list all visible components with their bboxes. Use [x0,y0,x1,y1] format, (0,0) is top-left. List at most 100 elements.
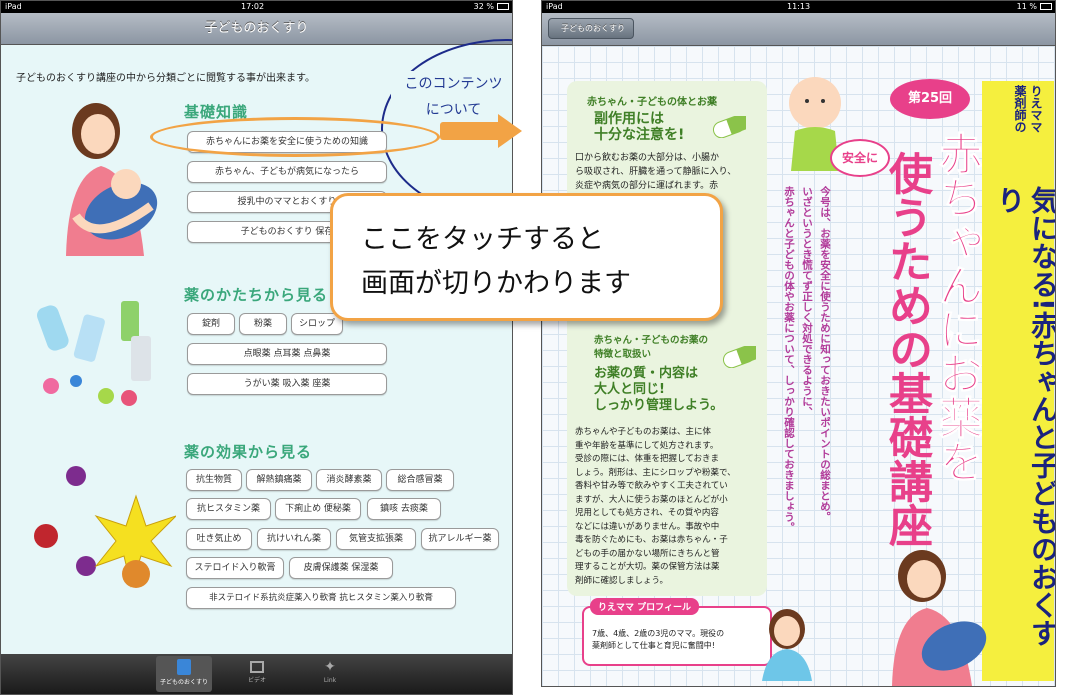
effect-button-2[interactable]: 解熱鎮痛薬 [246,469,312,491]
panel2-line: しょう。剤形は、主にシロップや粉薬で、 [575,467,736,478]
mother-baby-illustration-right [892,550,987,686]
panel1-body: 口から飲むお薬の大部分は、小腸か ら吸収され、肝臓を通って静脈に入り、 炎症や病… [575,151,760,193]
panel2-heading-line3: しっかり管理しよう。 [594,398,724,413]
tab-video[interactable]: ビデオ [229,656,285,692]
walking-person-icon: ✦ [324,659,336,675]
article-lead: 今号は、お薬を安全に使うために知っておきたいポイントの総まとめ。 いざというとき… [780,186,834,546]
panel2-line: 重や年齢を基準にして処方されます。 [575,440,719,451]
panel2-label-line2: 特徴と取扱い [594,349,652,360]
tab-label-video: ビデオ [247,677,266,684]
lead-line1: 今号は、お薬を安全に使うために知っておきたいポイントの総まとめ。 [819,186,831,522]
clock: 17:02 [241,2,265,11]
panel2-line: 剤師に確認しましょう。 [575,575,668,586]
series-label: りえママ 薬剤師の [1012,85,1044,133]
series-line1: りえママ [1029,85,1043,133]
panel1-line: 炎症や病気の部分に運ばれます。赤 [575,181,719,191]
about-contents-line1: このコンテンツ [404,76,503,92]
intro-text: 子どものおくすり講座の中から分類ごとに閲覧する事が出来ます。 [16,73,315,84]
about-contents-link[interactable]: このコンテンツ について [391,71,512,123]
panel2-heading: お薬の質・内容は 大人と同じ! しっかり管理しよう。 [594,366,723,414]
effect-button-9[interactable]: 抗けいれん薬 [257,528,331,550]
transition-arrow [440,122,505,140]
section-title-forms: 薬のかたちから見る [184,286,329,304]
tab-bar: 子どものおくすり ビデオ ✦ Link [1,654,512,694]
germs-illustration [34,466,176,588]
effect-button-5[interactable]: 抗ヒスタミン薬 [186,498,271,520]
episode-badge: 第25回 [890,79,970,119]
effect-button-1[interactable]: 抗生物質 [186,469,242,491]
article-title-line2: 使うための基礎講座 [881,151,932,547]
panel2-line: などには違いがありません。事故や中 [575,521,720,532]
section-title-effects: 薬の効果から見る [184,443,313,461]
series-title: 気になる!赤ちゃんと子どものおくすり [993,186,1056,647]
panel2-heading-line1: お薬の質・内容は [594,366,699,381]
effect-button-3[interactable]: 消炎酵素薬 [316,469,382,491]
form-button-drops[interactable]: 点眼薬 点耳薬 点鼻薬 [187,343,387,365]
panel2-label-line1: 赤ちゃん・子どものお薬の [594,335,709,346]
battery-icon-right [1040,3,1052,10]
effect-button-11[interactable]: 抗アレルギー薬 [421,528,499,550]
tab-label-link: Link [323,677,337,684]
back-button[interactable]: 子どものおくすり [548,18,634,39]
panel1-line: 口から飲むお薬の大部分は、小腸か [575,153,720,163]
device-label-right: iPad [546,2,563,11]
about-contents-line2: について [425,102,482,118]
callout-line2: 画面が切りかわります [361,268,631,299]
battery-icon [497,3,509,10]
profile-line1: 7歳、4歳、2歳の3児のママ。現役の [592,629,725,638]
form-button-tablet[interactable]: 錠剤 [187,313,235,335]
effect-button-12[interactable]: ステロイド入り軟膏 [186,557,284,579]
battery-label-right: 11 % [1016,2,1037,11]
basics-button-2[interactable]: 赤ちゃん、子どもが病気になったら [187,161,387,183]
panel2-line: 理することが大切。薬の保管方法は薬 [575,562,720,572]
instruction-callout: ここをタッチすると 画面が切りかわります [330,193,723,321]
effect-button-10[interactable]: 気管支拡張薬 [336,528,416,550]
medicine-characters-illustration [37,301,151,406]
tab-label-kids-medicine: 子どものおくすり [159,679,208,686]
panel2-body: 赤ちゃんや子どものお薬は、主に体 重や年齢を基準にして処方されます。 受診の際に… [575,426,765,588]
capsule-icon [712,116,746,138]
panel2-line: 受診の際には、体重を把握しておきま [575,454,719,464]
effect-button-14[interactable]: 非ステロイド系抗炎症薬入り軟膏 抗ヒスタミン薬入り軟膏 [186,587,456,609]
lead-line2: いざというとき慌てず正しく対処できるように、 [801,186,813,417]
effect-button-6[interactable]: 下痢止め 便秘薬 [275,498,361,520]
article-title: 赤ちゃんにお薬を [931,131,983,484]
left-ipad-screen: iPad 17:02 32 % 子どものおくすり 子どものおくすり講座の中から分… [0,0,513,695]
panel1-heading-line1: 副作用には [594,111,664,127]
arrow-head-icon [498,114,522,148]
series-line2: 薬剤師の [1013,85,1027,133]
article-title-line1: 赤ちゃんにお薬を [931,131,983,484]
profile-text: 7歳、4歳、2歳の3児のママ。現役の 薬剤師として仕事と育児に奮闘中! [592,628,782,652]
panel2-line: どもの手の届かない場所にきちんと管 [575,548,720,559]
panel2-heading-line2: 大人と同じ! [594,382,665,397]
panel2-line: ますが、大人に使うお薬のほとんどが小 [575,494,728,505]
right-ipad-screen: iPad 11:13 11 % 子どものおくすり 赤ちゃん・子どもの体とお薬 副… [541,0,1056,687]
panel1-heading: 副作用には 十分な注意を! [594,111,684,143]
book-icon [177,659,191,675]
panel2-line: 児用としても処方され、その質や内容 [575,508,719,518]
profile-title: りえママ プロフィール [590,598,699,615]
pharmacist-illustration [762,609,812,681]
effect-button-4[interactable]: 総合感冒薬 [386,469,454,491]
form-button-inhalants[interactable]: うがい薬 吸入薬 座薬 [187,373,387,395]
effect-button-8[interactable]: 吐き気止め [186,528,252,550]
clock-right: 11:13 [787,2,811,11]
effect-button-7[interactable]: 鎮咳 去痰薬 [367,498,441,520]
effect-button-13[interactable]: 皮膚保護薬 保湿薬 [289,557,393,579]
panel1-line: ら吸収され、肝臓を通って静脈に入り、 [575,167,737,177]
panel1-label: 赤ちゃん・子どもの体とお薬 [587,97,717,108]
battery-label: 32 % [473,2,494,11]
nav-bar: 子どものおくすり [1,13,512,45]
monitor-icon [250,661,264,673]
form-button-powder[interactable]: 粉薬 [239,313,287,335]
highlight-oval [150,117,440,157]
article-title-col2: 使うための基礎講座 [881,151,932,547]
tab-kids-medicine[interactable]: 子どものおくすり [156,656,212,692]
device-label: iPad [5,2,22,11]
capsule-icon [722,346,756,368]
callout-line1: ここをタッチすると [361,224,604,255]
panel2-line: 香料や甘み等で飲みやすく工夫されてい [575,481,728,491]
panel2-label: 赤ちゃん・子どものお薬の 特徴と取扱い [594,334,708,362]
panel2-line: 赤ちゃんや子どものお薬は、主に体 [575,427,712,437]
tab-link[interactable]: ✦ Link [302,656,358,692]
